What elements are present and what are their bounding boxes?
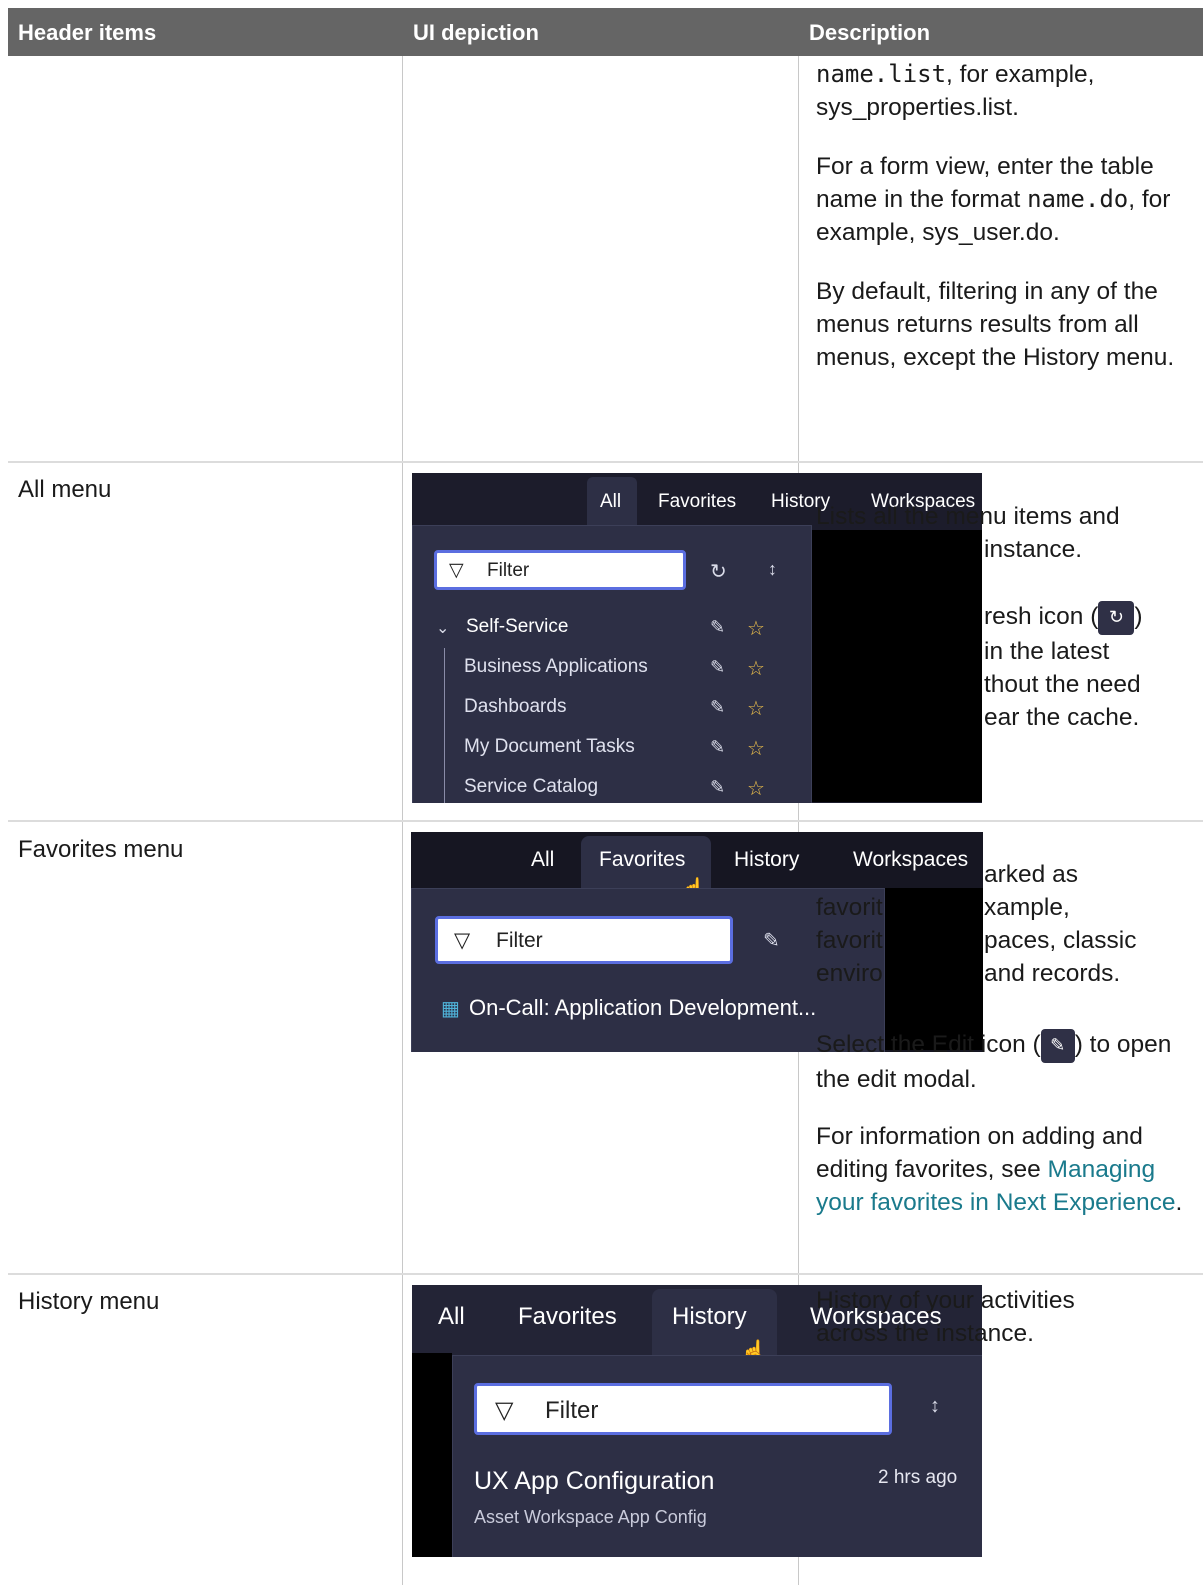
desc-text: thout the need <box>984 670 1141 698</box>
desc-text: . <box>1175 1189 1183 1216</box>
star-icon[interactable]: ☆ <box>747 616 765 641</box>
edit-icon[interactable]: ✎ <box>710 697 725 718</box>
row-divider <box>8 1273 1203 1275</box>
desc-text: tance. <box>967 1320 1034 1347</box>
column-header-ui: UI depiction <box>413 20 539 45</box>
fav-desc-p2: Select the Edit icon (✎) to open the edi… <box>816 1028 1196 1096</box>
pin-icon[interactable]: ↕ <box>768 559 777 580</box>
edit-icon[interactable]: ✎ <box>763 928 780 953</box>
desc-text: Select the Edit icon ( <box>816 1031 1041 1058</box>
tab-favorites[interactable]: Favorites <box>518 1303 617 1331</box>
tab-all[interactable]: All <box>531 848 554 872</box>
edit-icon[interactable]: ✎ <box>710 737 725 758</box>
tab-favorites[interactable]: Favorites <box>658 491 736 513</box>
fav-desc-p3: For information on adding and editing fa… <box>816 1120 1196 1219</box>
chevron-down-icon[interactable]: ⌄ <box>436 618 449 638</box>
history-item-subtitle: Asset Workspace App Config <box>474 1507 707 1527</box>
refresh-icon: ↻ <box>1098 600 1135 635</box>
code-name-list: name.list <box>816 60 947 88</box>
star-icon[interactable]: ☆ <box>747 696 765 721</box>
menu-panel <box>411 888 885 1052</box>
filter-input[interactable]: ▽ Filter <box>434 550 686 590</box>
code-name-do: name.do <box>1027 185 1129 213</box>
filter-placeholder: Filter <box>545 1397 599 1424</box>
filter-input[interactable]: ▽ Filter <box>435 916 733 964</box>
tab-history[interactable]: History <box>672 1303 747 1331</box>
menu-item[interactable]: My Document Tasks <box>464 736 635 758</box>
column-header-items: Header items <box>18 20 157 45</box>
desc-text: History of your <box>816 1287 974 1314</box>
table-header: Header items UI depiction Description <box>8 8 1203 56</box>
desc-text: resh icon ( <box>984 603 1099 630</box>
fav-desc-l1: arked as <box>984 861 1078 888</box>
pin-icon[interactable]: ↕ <box>930 1395 940 1418</box>
redaction-block <box>885 888 983 1050</box>
menu-item[interactable]: Business Applications <box>464 656 648 678</box>
desc-text: across the ins <box>816 1320 968 1347</box>
row0-description: name.list, for example, sys_properties.l… <box>816 58 1196 400</box>
fav-desc-l2a: favorit <box>816 894 883 921</box>
row0-note: By default, filtering in any of the menu… <box>816 278 1175 371</box>
filter-icon: ▽ <box>495 1397 514 1424</box>
filter-input[interactable]: ▽ Filter <box>474 1383 892 1435</box>
tree-line <box>444 648 445 803</box>
fav-desc-l4b: and records. <box>984 960 1121 987</box>
tab-all[interactable]: All <box>438 1303 465 1331</box>
history-item-title[interactable]: UX App Configuration <box>474 1467 714 1496</box>
history-desc: History of your activities across the in… <box>816 1284 1196 1350</box>
tab-history[interactable]: History <box>734 848 799 872</box>
row-divider <box>8 461 1203 463</box>
filter-placeholder: Filter <box>487 560 530 581</box>
desc-text: activities <box>973 1287 1075 1314</box>
fav-desc-l2b: xample, <box>984 894 1070 921</box>
filter-icon: ▽ <box>454 929 471 952</box>
edit-icon[interactable]: ✎ <box>710 617 725 638</box>
all-menu-desc-l1: Lists all the menu items and <box>816 503 1120 530</box>
star-icon[interactable]: ☆ <box>747 656 765 681</box>
edit-icon[interactable]: ✎ <box>710 657 725 678</box>
dark-edge <box>412 1353 452 1557</box>
history-item-time: 2 hrs ago <box>878 1467 958 1488</box>
desc-text: in the latest <box>984 637 1110 665</box>
menu-item[interactable]: Dashboards <box>464 696 566 718</box>
favorite-item[interactable]: On-Call: Application Development... <box>469 995 816 1021</box>
filter-icon: ▽ <box>449 560 464 581</box>
desc-text: ) <box>1134 603 1143 630</box>
fav-desc-l4a: enviro <box>816 960 883 987</box>
menu-item-self-service[interactable]: Self-Service <box>466 616 568 638</box>
refresh-icon[interactable]: ↻ <box>710 559 727 584</box>
all-menu-desc-p2: resh icon (↻) in the latest thout the ne… <box>984 600 1199 734</box>
calendar-icon: ▦ <box>441 998 460 1020</box>
tab-favorites[interactable]: Favorites <box>599 848 685 872</box>
redaction-block <box>812 530 982 802</box>
desc-text: ear the cache. <box>984 703 1140 731</box>
fav-desc-l3a: favorit <box>816 927 883 954</box>
row-label-all-menu: All menu <box>18 476 112 503</box>
row-label-history-menu: History menu <box>18 1288 160 1315</box>
tab-all[interactable]: All <box>600 491 621 513</box>
star-icon[interactable]: ☆ <box>747 736 765 761</box>
menu-item[interactable]: Service Catalog <box>464 776 598 798</box>
edit-icon[interactable]: ✎ <box>710 777 725 798</box>
star-icon[interactable]: ☆ <box>747 776 765 801</box>
all-menu-desc-l2: instance. <box>984 536 1083 563</box>
edit-icon: ✎ <box>1040 1028 1075 1063</box>
row-label-favorites-menu: Favorites menu <box>18 836 184 863</box>
fav-desc-l3b: paces, classic <box>984 927 1137 954</box>
column-header-description: Description <box>809 20 931 45</box>
row-divider <box>8 820 1203 822</box>
filter-placeholder: Filter <box>496 929 543 952</box>
tab-workspaces[interactable]: Workspaces <box>853 848 968 872</box>
